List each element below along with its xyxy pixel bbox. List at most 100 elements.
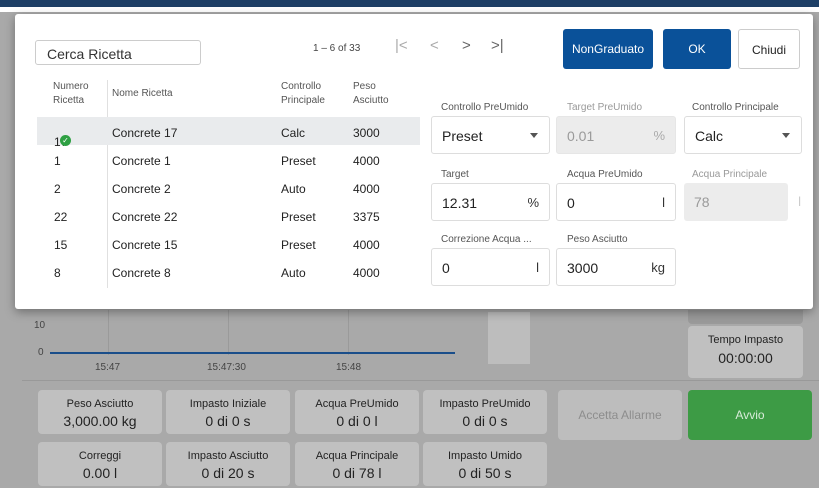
row-peso: 4000	[353, 182, 380, 196]
stat-acqua-principale: Acqua Principale 0 di 78 l	[295, 442, 419, 486]
chart-x-tick: 15:47	[95, 362, 121, 373]
tempo-impasto-label: Tempo Impasto	[707, 334, 784, 346]
controllo-preumido-select[interactable]: Preset	[431, 116, 550, 154]
chart-y-tick: 0	[38, 347, 44, 358]
column-header-nome[interactable]: Nome Ricetta	[112, 87, 173, 101]
row-numero: 2	[54, 182, 61, 196]
ok-button[interactable]: OK	[663, 29, 731, 69]
target-label: Target	[441, 169, 469, 180]
background-panel	[688, 310, 803, 324]
recipe-row[interactable]: 17✓ Concrete 17 Calc 3000	[37, 117, 420, 149]
non-graduato-button[interactable]: NonGraduato	[563, 29, 653, 69]
row-nome: Concrete 22	[112, 210, 178, 224]
chart-x-tick: 15:47:30	[207, 362, 246, 373]
target-field[interactable]: 12.31 %	[431, 183, 550, 221]
stat-value: 0 di 50 s	[458, 465, 512, 481]
prev-page-icon[interactable]: <	[430, 37, 439, 54]
avvio-button[interactable]: Avvio	[688, 390, 812, 440]
field-unit: %	[653, 128, 665, 143]
field-unit: l	[662, 195, 665, 210]
column-header-controllo[interactable]: Controllo Principale	[281, 80, 331, 108]
chart-series-line	[50, 352, 455, 354]
row-nome: Concrete 8	[112, 266, 171, 280]
stat-value: 0 di 0 s	[462, 413, 508, 429]
chart-gridline	[228, 310, 229, 355]
field-value: 78	[694, 194, 710, 210]
header-accent	[0, 0, 819, 7]
stat-label: Peso Asciutto	[66, 398, 134, 410]
row-peso: 4000	[353, 154, 380, 168]
stat-impasto-asciutto: Impasto Asciutto 0 di 20 s	[166, 442, 290, 486]
pagination-range: 1 – 6 of 33	[313, 43, 361, 54]
acqua-preumido-field[interactable]: 0 l	[556, 183, 676, 221]
row-nome: Concrete 1	[112, 154, 171, 168]
row-nome: Concrete 2	[112, 182, 171, 196]
stat-impasto-preumido: Impasto PreUmido 0 di 0 s	[423, 390, 547, 434]
row-numero: 15	[54, 238, 68, 252]
recipe-dialog: Cerca Ricetta 1 – 6 of 33 |< < > >| Nume…	[15, 14, 813, 309]
select-value: Calc	[695, 128, 724, 144]
stat-label: Acqua PreUmido	[315, 398, 399, 410]
column-header-numero[interactable]: Numero Ricetta	[53, 80, 93, 108]
stat-impasto-umido: Impasto Umido 0 di 50 s	[423, 442, 547, 486]
stat-value: 3,000.00 kg	[63, 413, 137, 429]
recipe-row[interactable]: 1 Concrete 1 Preset 4000	[37, 145, 420, 173]
controllo-principale-select[interactable]: Calc	[684, 116, 802, 154]
row-numero: 22	[54, 210, 68, 224]
level-bar	[488, 312, 530, 364]
stat-label: Correggi	[78, 450, 122, 462]
tempo-impasto-value: 00:00:00	[718, 350, 773, 366]
app-header-bar	[0, 0, 819, 12]
field-value: 0	[567, 195, 575, 211]
stat-value: 0 di 0 s	[205, 413, 251, 429]
search-recipe-input[interactable]: Cerca Ricetta	[35, 40, 201, 65]
stat-label: Impasto PreUmido	[439, 398, 531, 410]
chevron-down-icon	[782, 133, 790, 138]
row-numero: 8	[54, 266, 61, 280]
row-peso: 4000	[353, 266, 380, 280]
chart-y-tick: 10	[34, 320, 46, 331]
controllo-preumido-label: Controllo PreUmido	[441, 102, 529, 113]
row-controllo: Preset	[281, 154, 316, 168]
last-page-icon[interactable]: >|	[491, 37, 504, 54]
field-value: 3000	[567, 260, 599, 276]
recipe-row[interactable]: 22 Concrete 22 Preset 3375	[37, 201, 420, 229]
next-page-icon[interactable]: >	[462, 37, 471, 54]
row-controllo: Preset	[281, 238, 316, 252]
stat-value: 0 di 20 s	[201, 465, 255, 481]
stat-label: Impasto Iniziale	[189, 398, 267, 410]
accetta-allarme-button[interactable]: Accetta Allarme	[558, 390, 682, 440]
peso-asciutto-label: Peso Asciutto	[567, 234, 628, 245]
correzione-acqua-field[interactable]: 0 l	[431, 248, 550, 286]
first-page-icon[interactable]: |<	[395, 37, 408, 54]
field-value: 12.31	[442, 195, 478, 211]
row-controllo: Auto	[281, 266, 306, 280]
correzione-acqua-label: Correzione Acqua ...	[441, 234, 532, 245]
row-controllo: Preset	[281, 210, 316, 224]
select-value: Preset	[442, 128, 483, 144]
row-controllo: Auto	[281, 182, 306, 196]
chiudi-button[interactable]: Chiudi	[738, 29, 800, 69]
recipe-row[interactable]: 8 Concrete 8 Auto 4000	[37, 257, 420, 285]
chart-gridline	[348, 310, 349, 355]
field-value: 0.01	[567, 128, 595, 144]
chevron-down-icon	[530, 133, 538, 138]
stat-label: Impasto Umido	[448, 450, 522, 462]
controllo-principale-label: Controllo Principale	[692, 102, 779, 113]
row-peso: 4000	[353, 238, 380, 252]
row-peso: 3000	[353, 126, 380, 140]
acqua-preumido-label: Acqua PreUmido	[567, 169, 643, 180]
chart-gridline	[108, 310, 109, 355]
field-unit: kg	[651, 260, 665, 275]
column-header-peso[interactable]: Peso Asciutto	[353, 80, 393, 108]
recipe-row[interactable]: 2 Concrete 2 Auto 4000	[37, 173, 420, 201]
target-preumido-field: 0.01 %	[556, 116, 676, 154]
recipe-row[interactable]: 15 Concrete 15 Preset 4000	[37, 229, 420, 257]
row-controllo: Calc	[281, 126, 306, 140]
stat-value: 0 di 78 l	[332, 465, 382, 481]
chart-x-tick: 15:48	[336, 362, 362, 373]
field-unit: l	[798, 194, 801, 209]
row-numero: 1	[54, 154, 61, 168]
peso-asciutto-field[interactable]: 3000 kg	[556, 248, 676, 286]
row-nome: Concrete 15	[112, 238, 178, 252]
